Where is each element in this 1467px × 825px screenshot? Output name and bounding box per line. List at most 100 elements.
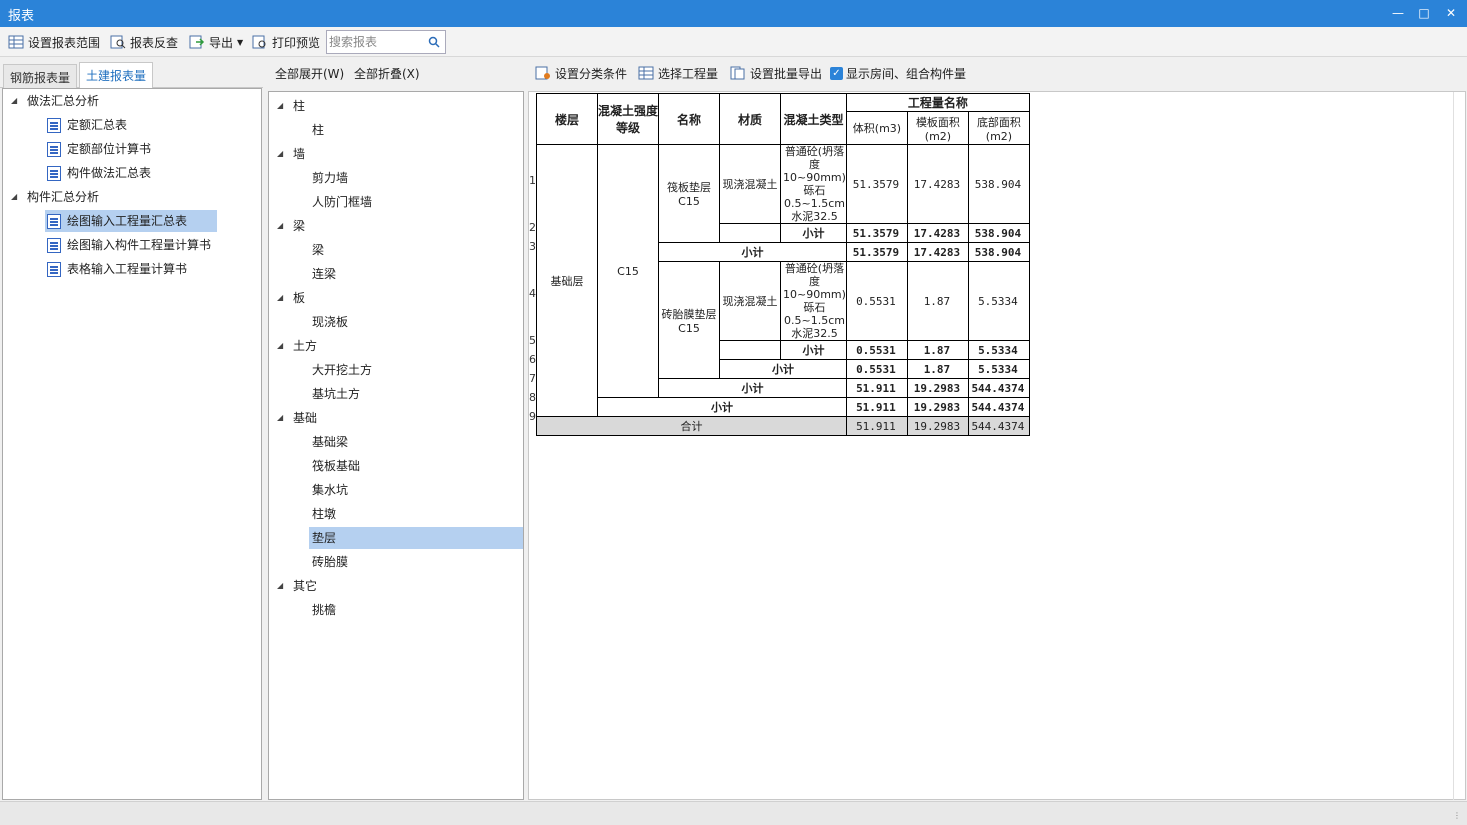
tree-item-selected[interactable]: 垫层 xyxy=(309,527,523,549)
expand-arrow-icon[interactable]: ◢ xyxy=(277,95,287,117)
header-name: 名称 xyxy=(658,93,720,145)
tree-item[interactable]: 基础梁 xyxy=(312,431,348,453)
set-range-button[interactable]: 设置报表范围 xyxy=(8,33,100,51)
cell-formwork: 1.87 xyxy=(906,359,969,379)
tree-group-wall[interactable]: ◢ 墙 xyxy=(277,143,305,165)
tree-item[interactable]: 柱墩 xyxy=(312,503,336,525)
report-doc-icon xyxy=(47,166,61,181)
print-preview-button[interactable]: 打印预览 xyxy=(252,33,320,51)
tree-item[interactable]: 人防门框墙 xyxy=(312,191,372,213)
tree-item-quota-location[interactable]: 定额部位计算书 xyxy=(47,138,151,160)
tree-item[interactable]: 梁 xyxy=(312,239,324,261)
tree-item[interactable]: 集水坑 xyxy=(312,479,348,501)
tree-item-drawing-component-calc[interactable]: 绘图输入构件工程量计算书 xyxy=(47,234,211,256)
cell-subtotal-label: 小计 xyxy=(597,397,847,417)
cell-volume: 51.911 xyxy=(845,378,908,398)
tree-group-label: 梁 xyxy=(293,219,306,233)
tree-item[interactable]: 挑檐 xyxy=(312,599,336,621)
tree-item-component-method[interactable]: 构件做法汇总表 xyxy=(47,162,151,184)
header-concrete-type: 混凝土类型 xyxy=(780,93,847,145)
reverse-search-icon xyxy=(110,35,126,49)
expand-arrow-icon[interactable]: ◢ xyxy=(277,575,287,597)
select-quantity-button[interactable]: 选择工程量 xyxy=(638,64,718,82)
cell-formwork: 17.4283 xyxy=(906,242,969,262)
vertical-scrollbar[interactable] xyxy=(1453,92,1465,800)
show-rooms-toggle[interactable]: ✓ 显示房间、组合构件量 xyxy=(830,64,966,82)
expand-arrow-icon[interactable]: ◢ xyxy=(11,186,21,208)
expand-arrow-icon[interactable]: ◢ xyxy=(277,143,287,165)
cell-subtotal-label: 小计 xyxy=(780,223,847,243)
cell-formwork: 1.87 xyxy=(906,340,969,360)
report-doc-icon xyxy=(47,214,61,229)
report-tabs: 钢筋报表量 土建报表量 xyxy=(0,58,263,89)
checkbox-checked-icon[interactable]: ✓ xyxy=(830,66,843,80)
toolbar: 设置报表范围 报表反查 导出 ▼ 打印预览 xyxy=(0,27,1467,57)
tree-item-quota-summary[interactable]: 定额汇总表 xyxy=(47,114,127,136)
expand-arrow-icon[interactable]: ◢ xyxy=(11,90,21,112)
cell-bottom: 544.4374 xyxy=(967,416,1030,436)
cell-bottom: 538.904 xyxy=(967,223,1030,243)
show-rooms-label: 显示房间、组合构件量 xyxy=(846,66,967,81)
cell-bottom: 5.5334 xyxy=(967,340,1030,360)
cell-bottom: 538.904 xyxy=(967,242,1030,262)
report-doc-icon xyxy=(47,262,61,277)
tree-group-method-summary[interactable]: ◢ 做法汇总分析 xyxy=(11,90,99,112)
expand-arrow-icon[interactable]: ◢ xyxy=(277,287,287,309)
batch-export-button[interactable]: 设置批量导出 xyxy=(730,64,822,82)
tree-item[interactable]: 砖胎膜 xyxy=(312,551,348,573)
tree-group-label: 构件汇总分析 xyxy=(27,190,100,204)
expand-all-button[interactable]: 全部展开(W) xyxy=(275,65,344,82)
tree-group-earthwork[interactable]: ◢ 土方 xyxy=(277,335,317,357)
cell-volume: 0.5531 xyxy=(845,261,908,341)
tree-group-component-summary[interactable]: ◢ 构件汇总分析 xyxy=(11,186,99,208)
resize-grip-icon[interactable]: ⋮ xyxy=(1453,811,1463,821)
tree-item-label: 绘图输入工程量汇总表 xyxy=(67,214,188,228)
search-input[interactable] xyxy=(329,33,425,51)
tree-item-table-input-calc[interactable]: 表格输入工程量计算书 xyxy=(47,258,187,280)
cell-formwork: 19.2983 xyxy=(906,378,969,398)
tree-group-slab[interactable]: ◢ 板 xyxy=(277,287,305,309)
search-box[interactable] xyxy=(326,30,446,54)
tree-item[interactable]: 现浇板 xyxy=(312,311,348,333)
tree-item[interactable]: 筏板基础 xyxy=(312,455,360,477)
header-quantity-group: 工程量名称 xyxy=(845,93,1030,112)
tree-group-other[interactable]: ◢ 其它 xyxy=(277,575,317,597)
tree-group-label: 墙 xyxy=(293,147,306,161)
cell-formwork: 17.4283 xyxy=(906,223,969,243)
print-preview-icon xyxy=(252,35,266,49)
title-bar: 报表 — □ ✕ xyxy=(0,0,1467,27)
expand-arrow-icon[interactable]: ◢ xyxy=(277,335,287,357)
reverse-check-button[interactable]: 报表反查 xyxy=(110,33,178,51)
set-category-label: 设置分类条件 xyxy=(555,66,628,81)
component-tree: ◢ 柱 柱 ◢ 墙 剪力墙 人防门框墙 ◢ 梁 梁 连梁 ◢ 板 现浇板 ◢ 土方 大开挖… xyxy=(268,91,524,800)
collapse-all-button[interactable]: 全部折叠(X) xyxy=(354,65,420,82)
search-icon[interactable] xyxy=(428,36,440,48)
tree-item-drawing-input-summary[interactable]: 绘图输入工程量汇总表 xyxy=(45,210,217,232)
select-quantity-label: 选择工程量 xyxy=(658,66,719,81)
report-category-panel: 钢筋报表量 土建报表量 ◢ 做法汇总分析 定额汇总表 定额部位计算书 构件做法汇… xyxy=(0,58,263,800)
maximize-icon[interactable]: □ xyxy=(1414,4,1434,22)
tree-group-column[interactable]: ◢ 柱 xyxy=(277,95,305,117)
tree-group-foundation[interactable]: ◢ 基础 xyxy=(277,407,317,429)
tree-item-label: 定额汇总表 xyxy=(67,118,128,132)
export-button[interactable]: 导出 ▼ xyxy=(189,33,243,51)
cell-volume: 51.3579 xyxy=(845,144,908,224)
tree-item[interactable]: 剪力墙 xyxy=(312,167,348,189)
cell-material: 现浇混凝土 xyxy=(719,261,781,341)
tab-rebar-report[interactable]: 钢筋报表量 xyxy=(3,64,78,88)
tree-group-beam[interactable]: ◢ 梁 xyxy=(277,215,305,237)
minimize-icon[interactable]: — xyxy=(1388,4,1408,22)
report-view-panel: 设置分类条件 选择工程量 设置批量导出 ✓ 显示房间、组合构件量 1 2 3 4… xyxy=(528,58,1467,800)
tree-item[interactable]: 大开挖土方 xyxy=(312,359,372,381)
tree-item[interactable]: 基坑土方 xyxy=(312,383,360,405)
tree-item[interactable]: 连梁 xyxy=(312,263,336,285)
close-icon[interactable]: ✕ xyxy=(1441,4,1461,22)
cell-floor: 基础层 xyxy=(536,144,598,417)
tree-item[interactable]: 柱 xyxy=(312,119,324,141)
set-category-button[interactable]: 设置分类条件 xyxy=(535,64,627,82)
tab-civil-report[interactable]: 土建报表量 xyxy=(79,62,154,89)
expand-arrow-icon[interactable]: ◢ xyxy=(277,407,287,429)
report-doc-icon xyxy=(47,238,61,253)
expand-arrow-icon[interactable]: ◢ xyxy=(277,215,287,237)
batch-export-icon xyxy=(730,66,745,80)
